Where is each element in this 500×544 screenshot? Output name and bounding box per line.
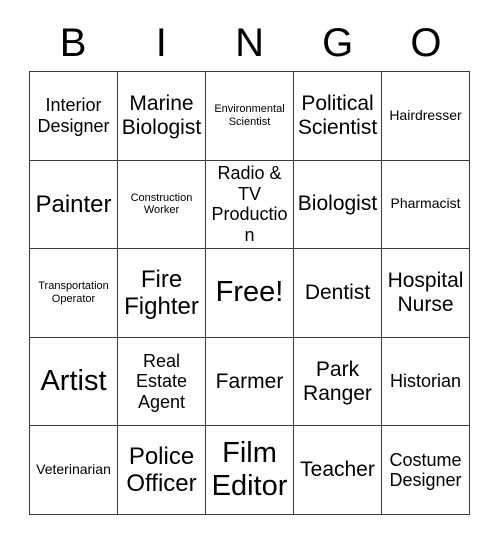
bingo-cell-label: Artist bbox=[40, 365, 107, 398]
bingo-cell-label: Dentist bbox=[304, 281, 371, 305]
bingo-cell-b2[interactable]: Painter bbox=[30, 160, 118, 250]
bingo-cell-label: Film Editor bbox=[211, 437, 288, 503]
bingo-cell-b3[interactable]: Transportation Operator bbox=[30, 249, 118, 338]
bingo-cell-free-space[interactable]: Free! bbox=[206, 249, 294, 338]
bingo-cell-label: Park Ranger bbox=[303, 357, 372, 405]
bingo-grid: Interior Designer Marine Biologist Envir… bbox=[29, 71, 470, 515]
bingo-cell-label: Pharmacist bbox=[390, 195, 461, 212]
bingo-header-letter-g: G bbox=[322, 20, 354, 65]
bingo-cell-o5[interactable]: Costume Designer bbox=[382, 426, 470, 515]
bingo-row: Transportation Operator Fire Fighter Fre… bbox=[30, 249, 470, 338]
bingo-cell-b4[interactable]: Artist bbox=[30, 337, 118, 427]
bingo-header-letter-o: O bbox=[410, 20, 442, 65]
bingo-cell-n2[interactable]: Radio & TV Production bbox=[206, 160, 294, 250]
bingo-cell-n5[interactable]: Film Editor bbox=[206, 426, 294, 515]
bingo-cell-g5[interactable]: Teacher bbox=[294, 426, 382, 515]
bingo-cell-label: Veterinarian bbox=[36, 461, 111, 478]
bingo-cell-n4[interactable]: Farmer bbox=[206, 337, 294, 427]
bingo-row: Painter Construction Worker Radio & TV P… bbox=[30, 160, 470, 250]
bingo-header: B I N G O bbox=[29, 14, 470, 71]
bingo-cell-label: Transportation Operator bbox=[38, 280, 109, 305]
bingo-cell-i3[interactable]: Fire Fighter bbox=[118, 249, 206, 338]
bingo-cell-label: Construction Worker bbox=[130, 191, 193, 217]
bingo-cell-i5[interactable]: Police Officer bbox=[118, 426, 206, 515]
bingo-cell-label: Radio & TV Production bbox=[211, 163, 288, 245]
bingo-cell-label: Hospital Nurse bbox=[387, 269, 464, 316]
bingo-header-letter-n: N bbox=[235, 20, 264, 65]
bingo-cell-label: Real Estate Agent bbox=[135, 350, 188, 412]
bingo-cell-b1[interactable]: Interior Designer bbox=[30, 72, 118, 161]
bingo-row: Interior Designer Marine Biologist Envir… bbox=[30, 72, 470, 161]
bingo-cell-label: Fire Fighter bbox=[124, 265, 199, 320]
bingo-cell-label: Interior Designer bbox=[37, 95, 110, 136]
bingo-cell-label: Hairdresser bbox=[389, 106, 462, 123]
bingo-cell-g2[interactable]: Biologist bbox=[294, 160, 382, 250]
bingo-cell-label: Marine Biologist bbox=[121, 91, 202, 139]
bingo-cell-i1[interactable]: Marine Biologist bbox=[118, 72, 206, 161]
bingo-row: Veterinarian Police Officer Film Editor … bbox=[30, 426, 470, 515]
bingo-cell-g3[interactable]: Dentist bbox=[294, 249, 382, 338]
bingo-header-letter-i: I bbox=[155, 20, 167, 65]
bingo-cell-g1[interactable]: Political Scientist bbox=[294, 72, 382, 161]
bingo-cell-o2[interactable]: Pharmacist bbox=[382, 160, 470, 250]
bingo-cell-label: Costume Designer bbox=[389, 449, 462, 491]
bingo-cell-o4[interactable]: Historian bbox=[382, 337, 470, 427]
bingo-cell-label: Biologist bbox=[297, 192, 378, 216]
bingo-cell-label: Teacher bbox=[300, 458, 375, 482]
bingo-card: B I N G O Interior Designer Marine Biolo… bbox=[0, 0, 500, 544]
bingo-cell-label: Free! bbox=[215, 276, 284, 309]
bingo-cell-i4[interactable]: Real Estate Agent bbox=[118, 337, 206, 427]
bingo-cell-label: Environmental Scientist bbox=[214, 103, 285, 128]
bingo-cell-g4[interactable]: Park Ranger bbox=[294, 337, 382, 427]
bingo-cell-label: Painter bbox=[35, 190, 112, 218]
bingo-cell-n1[interactable]: Environmental Scientist bbox=[206, 72, 294, 161]
bingo-cell-o3[interactable]: Hospital Nurse bbox=[382, 249, 470, 338]
bingo-cell-o1[interactable]: Hairdresser bbox=[382, 72, 470, 161]
bingo-cell-label: Farmer bbox=[215, 369, 284, 393]
bingo-cell-i2[interactable]: Construction Worker bbox=[118, 160, 206, 250]
bingo-cell-label: Police Officer bbox=[126, 442, 197, 498]
bingo-cell-label: Historian bbox=[389, 371, 462, 392]
bingo-cell-label: Political Scientist bbox=[297, 91, 378, 139]
bingo-row: Artist Real Estate Agent Farmer Park Ran… bbox=[30, 337, 470, 427]
bingo-cell-b5[interactable]: Veterinarian bbox=[30, 426, 118, 515]
bingo-header-letter-b: B bbox=[59, 20, 87, 65]
